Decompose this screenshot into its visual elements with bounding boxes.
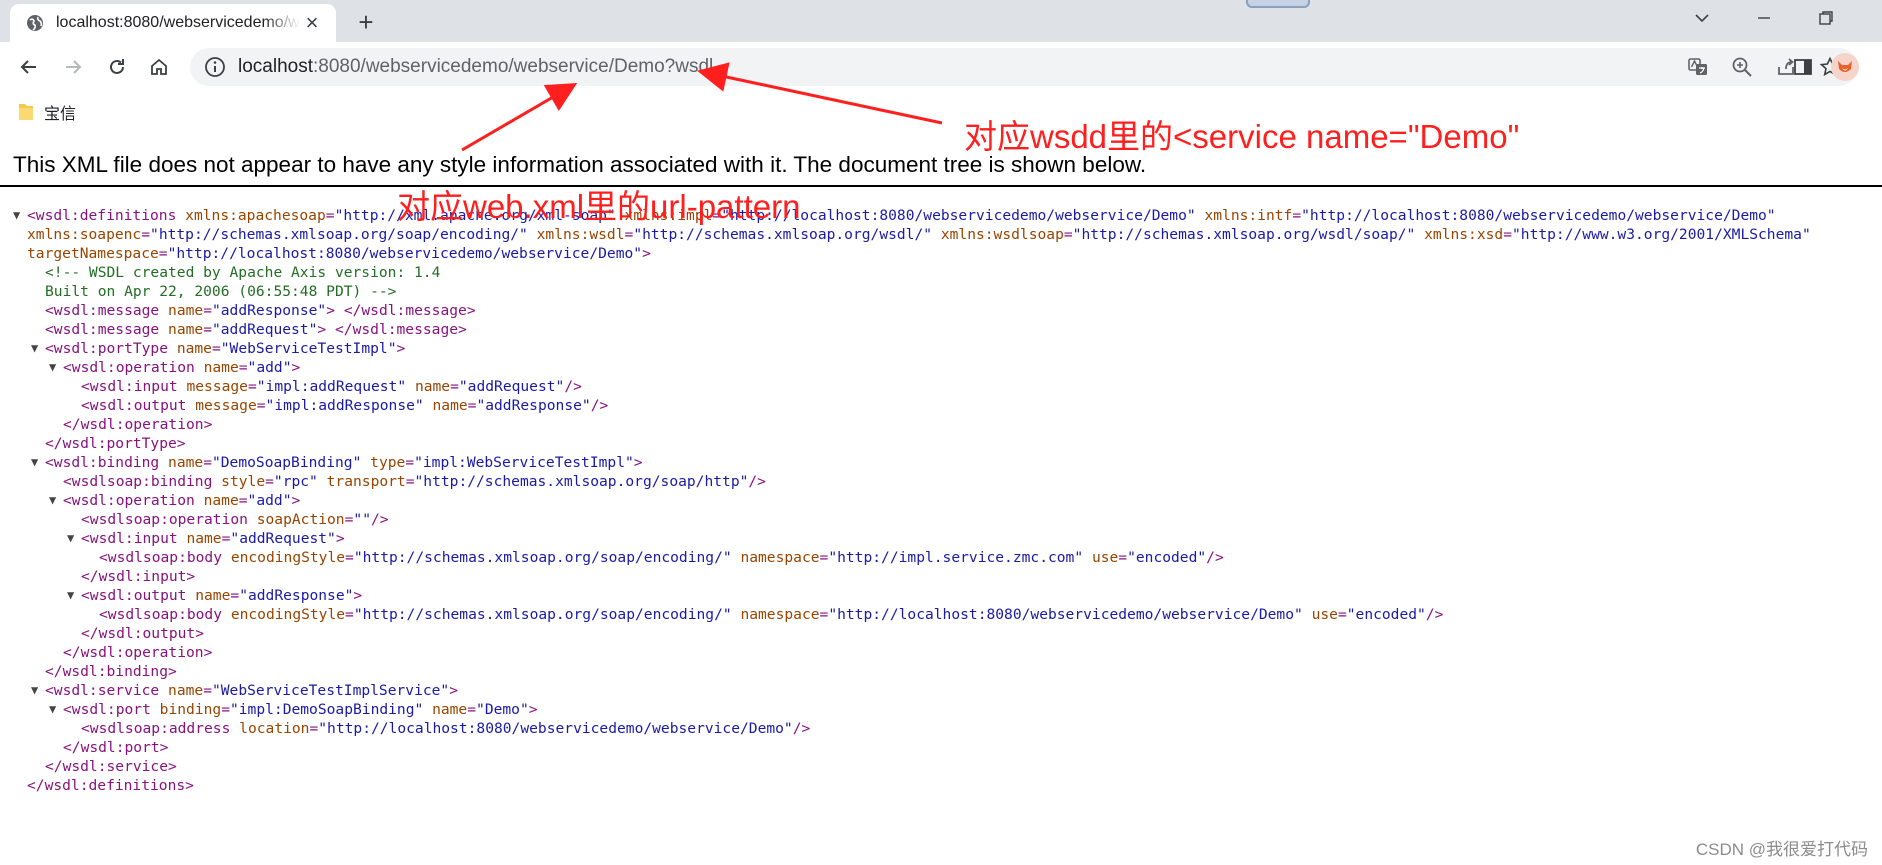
collapse-triangle-icon[interactable]: ▼ xyxy=(13,206,27,225)
minimize-icon[interactable] xyxy=(1736,0,1792,36)
xml-line: </wsdl:operation> xyxy=(63,644,213,661)
xml-line: ▼ <wsdl:input name="addRequest"> xyxy=(67,529,345,548)
xml-line: ▼ <wsdl:service name="WebServiceTestImplS… xyxy=(31,681,459,700)
translate-icon[interactable] xyxy=(1676,48,1720,86)
xml-line: <wsdl:message name="addRequest"> </wsdl:… xyxy=(45,321,467,338)
fox-avatar-icon xyxy=(1838,61,1852,72)
xml-line: </wsdl:service> xyxy=(45,758,177,775)
profile-avatar[interactable] xyxy=(1828,50,1862,84)
bookmarks-bar: 宝信 xyxy=(0,92,1882,130)
xml-line: ▼ <wsdl:operation name="add"> xyxy=(49,491,301,510)
xml-line: <wsdlsoap:binding style="rpc" transport=… xyxy=(63,473,766,490)
xml-line: <wsdl:input message="impl:addRequest" na… xyxy=(81,378,582,395)
tab-active[interactable]: localhost:8080/webservicedemo/webservice… xyxy=(10,4,336,42)
xml-line: ▼ <wsdl:output name="addResponse"> xyxy=(67,586,363,605)
xml-line: ▼ <wsdl:port binding="impl:DemoSoapBindin… xyxy=(49,700,538,719)
url-path: :8080/webservicedemo/webservice/Demo?wsd… xyxy=(313,56,714,77)
bookmark-folder[interactable]: 宝信 xyxy=(18,100,76,124)
forward-arrow-icon[interactable] xyxy=(56,50,90,84)
xml-line: xmlns:soapenc="http://schemas.xmlsoap.or… xyxy=(27,226,1811,243)
xml-line: <wsdlsoap:operation soapAction=""/> xyxy=(81,511,389,528)
collapse-triangle-icon[interactable]: ▼ xyxy=(31,453,45,472)
site-info-icon[interactable] xyxy=(204,56,226,78)
annotation-service-name: 对应wsdd里的<service name="Demo" xyxy=(964,118,1520,155)
collapse-triangle-icon[interactable]: ▼ xyxy=(49,700,63,719)
home-icon[interactable] xyxy=(142,50,176,84)
xml-line: <wsdlsoap:body encodingStyle="http://sch… xyxy=(99,606,1444,623)
restore-icon[interactable] xyxy=(1798,0,1854,36)
url-host: localhost xyxy=(238,56,313,77)
window-drag-indicator xyxy=(1246,0,1310,8)
zoom-icon[interactable] xyxy=(1720,48,1764,86)
globe-icon xyxy=(27,15,43,31)
xml-line: ▼ <wsdl:portType name="WebServiceTestImpl… xyxy=(31,339,406,358)
xml-line: targetNamespace="http://localhost:8080/w… xyxy=(27,245,651,262)
address-bar[interactable]: localhost:8080/webservicedemo/webservice… xyxy=(190,48,1858,86)
xml-line: </wsdl:definitions> xyxy=(27,777,194,794)
toolbar: localhost:8080/webservicedemo/webservice… xyxy=(0,42,1882,92)
tab-title: localhost:8080/webservicedemo/webservice… xyxy=(56,14,300,31)
browser-window: localhost:8080/webservicedemo/webservice… xyxy=(0,0,1882,865)
xml-line: <wsdl:message name="addResponse"> </wsdl… xyxy=(45,302,476,319)
xml-line: </wsdl:operation> xyxy=(63,416,213,433)
xml-line: ▼ <wsdl:operation name="add"> xyxy=(49,358,301,377)
xml-line: </wsdl:portType> xyxy=(45,435,186,452)
annotation-url-pattern: 对应web.xml里的url-pattern xyxy=(397,188,801,225)
xml-line: <wsdlsoap:body encodingStyle="http://sch… xyxy=(99,549,1224,566)
xml-line: ▼ <wsdl:binding name="DemoSoapBinding" ty… xyxy=(31,453,643,472)
tab-strip: localhost:8080/webservicedemo/webservice… xyxy=(0,0,1882,42)
side-panel-icon[interactable] xyxy=(1786,50,1820,84)
collapse-triangle-icon[interactable]: ▼ xyxy=(67,529,81,548)
back-arrow-icon[interactable] xyxy=(12,50,46,84)
xml-line: </wsdl:binding> xyxy=(45,663,177,680)
tab-close-icon[interactable]: × xyxy=(300,11,324,35)
collapse-triangle-icon[interactable]: ▼ xyxy=(49,358,63,377)
bookmark-label: 宝信 xyxy=(44,106,77,123)
reload-icon[interactable] xyxy=(100,50,134,84)
xml-tree: ▼ <wsdl:definitions xmlns:apachesoap="htt… xyxy=(0,206,1882,795)
tab-search-chevron-down-icon[interactable] xyxy=(1674,0,1730,36)
url-text[interactable]: localhost:8080/webservicedemo/webservice… xyxy=(238,56,713,78)
watermark: CSDN @我很爱打代码 xyxy=(1695,840,1868,859)
xml-line: <wsdl:output message="impl:addResponse" … xyxy=(81,397,609,414)
xml-line: Built on Apr 22, 2006 (06:55:48 PDT) --> xyxy=(45,283,397,300)
collapse-triangle-icon[interactable]: ▼ xyxy=(49,491,63,510)
collapse-triangle-icon[interactable]: ▼ xyxy=(31,681,45,700)
xml-line: <!-- WSDL created by Apache Axis version… xyxy=(45,264,441,281)
collapse-triangle-icon[interactable]: ▼ xyxy=(31,339,45,358)
xml-line: </wsdl:input> xyxy=(81,568,196,585)
xml-line: </wsdl:port> xyxy=(63,739,169,756)
collapse-triangle-icon[interactable]: ▼ xyxy=(67,586,81,605)
xml-line: </wsdl:output> xyxy=(81,625,205,642)
xml-line: ▼ <wsdl:definitions xmlns:apachesoap="htt… xyxy=(13,206,1776,225)
folder-icon xyxy=(19,104,33,120)
banner-divider xyxy=(0,185,1882,187)
new-tab-button[interactable]: + xyxy=(352,8,380,36)
xml-line: <wsdlsoap:address location="http://local… xyxy=(81,720,811,737)
